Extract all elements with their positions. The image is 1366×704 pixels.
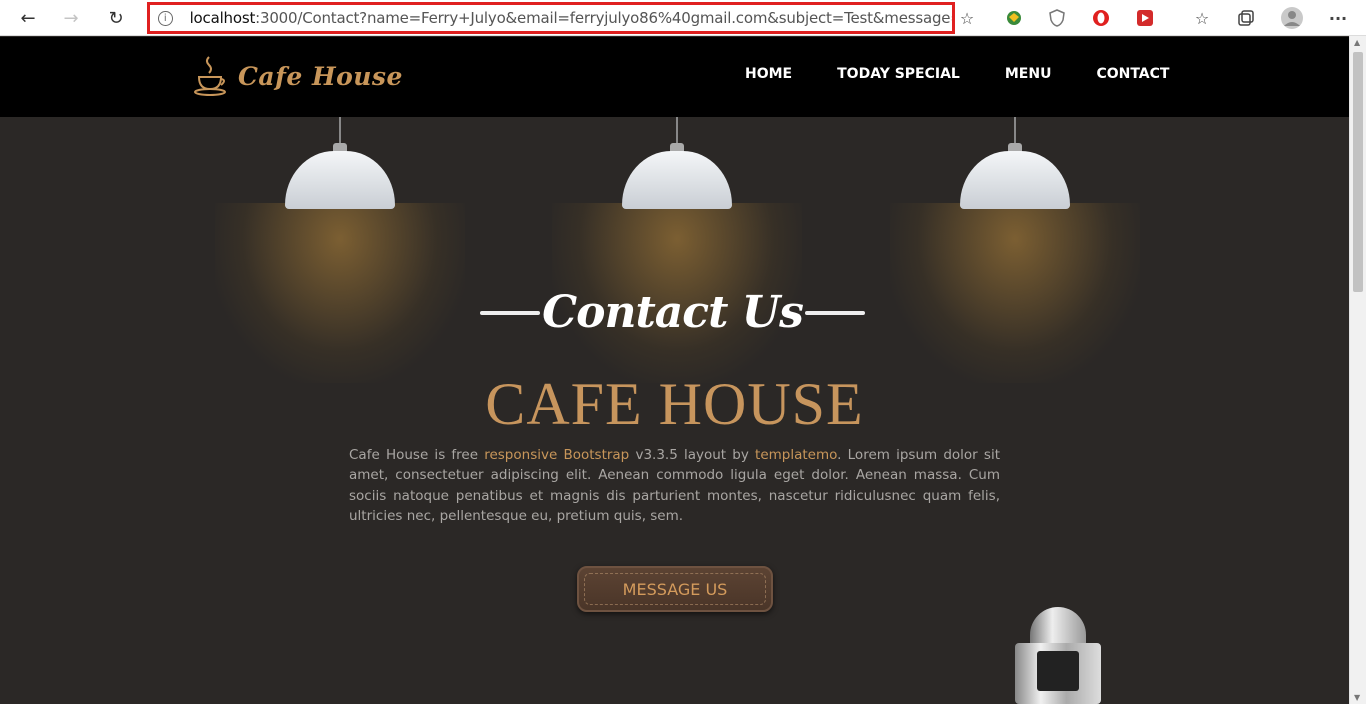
nav-menu[interactable]: MENU <box>1005 66 1052 82</box>
scroll-thumb[interactable] <box>1353 52 1363 292</box>
page-scrollbar[interactable]: ▲ ▼ <box>1349 36 1366 704</box>
extension-globe-icon[interactable] <box>1002 6 1026 30</box>
media-extension-icon[interactable] <box>1133 6 1157 30</box>
scroll-down-icon[interactable]: ▼ <box>1354 693 1360 702</box>
message-us-label: MESSAGE US <box>622 579 728 599</box>
site-header: Cafe House HOME TODAY SPECIAL MENU CONTA… <box>0 37 1349 117</box>
forward-button[interactable]: → <box>57 4 85 32</box>
site-logo[interactable]: Cafe House <box>194 55 403 97</box>
cafe-heading: CAFE HOUSE <box>485 371 864 437</box>
main-nav: HOME TODAY SPECIAL MENU CONTACT <box>745 66 1214 82</box>
hero-section: Contact Us CAFE HOUSE Cafe House is free… <box>0 117 1349 704</box>
favorites-icon[interactable]: ☆ <box>1190 6 1214 30</box>
templatemo-link[interactable]: templatemo <box>755 447 837 463</box>
profile-avatar-icon[interactable] <box>1280 6 1304 30</box>
scroll-up-icon[interactable]: ▲ <box>1354 38 1360 47</box>
bootstrap-link[interactable]: responsive Bootstrap <box>484 447 629 463</box>
reload-icon: ↻ <box>108 7 124 29</box>
info-icon[interactable]: i <box>158 10 173 26</box>
shield-extension-icon[interactable] <box>1045 6 1069 30</box>
page-title: Contact Us <box>542 287 804 338</box>
pendant-lamp <box>890 117 1140 383</box>
back-button[interactable]: ← <box>14 4 42 32</box>
message-us-button[interactable]: MESSAGE US <box>577 566 773 612</box>
arrow-right-icon: → <box>63 7 79 29</box>
add-favorite-icon[interactable]: ☆ <box>955 6 979 30</box>
title-divider <box>805 310 865 315</box>
coffee-machine-image <box>1015 607 1101 704</box>
pendant-lamp <box>215 117 465 383</box>
nav-today-special[interactable]: TODAY SPECIAL <box>837 66 960 82</box>
opera-extension-icon[interactable] <box>1089 6 1113 30</box>
collections-icon[interactable] <box>1234 6 1258 30</box>
url-host: localhost <box>189 9 256 27</box>
address-bar[interactable]: i localhost:3000/Contact?name=Ferry+July… <box>147 2 955 34</box>
more-menu-icon[interactable]: ··· <box>1326 6 1350 30</box>
nav-home[interactable]: HOME <box>745 66 792 82</box>
nav-contact[interactable]: CONTACT <box>1096 66 1169 82</box>
url-text: localhost:3000/Contact?name=Ferry+Julyo&… <box>190 9 952 27</box>
title-divider <box>480 310 540 315</box>
contact-title: Contact Us <box>480 287 865 338</box>
reload-button[interactable]: ↻ <box>102 4 130 32</box>
coffee-cup-icon <box>194 56 226 96</box>
browser-toolbar: ← → ↻ i localhost:3000/Contact?name=Ferr… <box>0 0 1366 36</box>
logo-text: Cafe House <box>238 61 403 91</box>
hero-description: Cafe House is free responsive Bootstrap … <box>349 447 1000 524</box>
arrow-left-icon: ← <box>20 7 36 29</box>
url-path: :3000/Contact?name=Ferry+Julyo&email=fer… <box>255 9 952 27</box>
